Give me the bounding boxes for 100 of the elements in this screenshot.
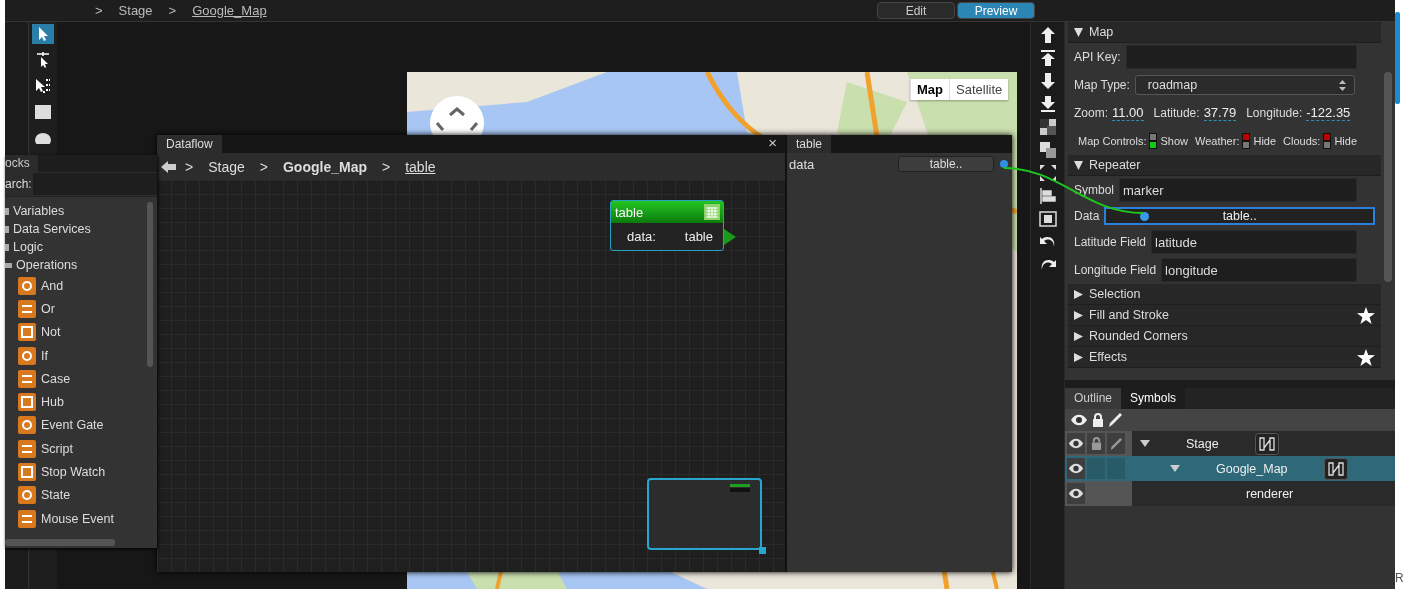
expander-icon[interactable] [5,243,9,251]
toggle-switch[interactable] [1149,133,1158,149]
breadcrumb-item[interactable]: Stage [118,3,153,18]
block-item[interactable]: Case [41,371,71,386]
binding-button[interactable]: table.. [898,156,994,172]
block-item[interactable]: Script [41,441,73,456]
section-header[interactable]: Repeater [1068,155,1381,176]
port-dot-icon[interactable] [1140,211,1150,221]
disclosure-triangle-icon[interactable] [1074,160,1083,170]
scrollbar[interactable] [147,202,153,367]
mode-button[interactable]: Edit [877,2,955,19]
pen-icon[interactable] [1107,433,1125,454]
section-header[interactable]: Effects [1068,347,1381,368]
input-field[interactable]: latitude [1151,230,1357,254]
binding-field[interactable]: table.. [1104,207,1375,225]
lock-icon[interactable] [1087,433,1105,454]
expand-icon[interactable] [1038,164,1057,182]
scrollbar[interactable] [1384,72,1392,282]
outline-row[interactable]: Stage [1065,431,1395,456]
port-dot-icon[interactable] [1000,160,1008,168]
disclosure-triangle-icon[interactable] [1074,331,1083,341]
panel-tab[interactable]: Symbols [1121,388,1186,409]
outline-row[interactable]: Google_Map [1065,456,1395,481]
panel-tab[interactable]: ocks [5,155,38,172]
dataflow-node[interactable]: table data: table [610,200,724,251]
section-header[interactable]: Rounded Corners [1068,326,1381,347]
move-top-icon[interactable] [1038,49,1057,67]
field-label: API Key: [1074,50,1121,64]
layers-icon[interactable] [1038,141,1057,159]
eye-icon[interactable] [1068,438,1084,449]
subselect-icon [36,52,50,68]
tree-item[interactable]: Data Services [13,222,91,236]
block-item[interactable]: State [41,488,71,503]
toggle-switch[interactable] [1323,133,1332,149]
breadcrumb-item[interactable]: Google_Map [282,158,367,175]
star-icon[interactable] [1357,348,1375,366]
scrollbar[interactable] [5,539,115,546]
block-item[interactable]: And [41,278,64,293]
symbol-icon[interactable] [1254,432,1279,455]
map-type-dropdown[interactable]: roadmap [1134,75,1355,95]
expander-icon[interactable] [5,262,12,268]
inspector-tab[interactable]: table [787,135,832,153]
panel-tab[interactable]: Outline [1065,388,1122,409]
block-icon [18,346,36,365]
pan-control[interactable] [429,95,485,135]
disclosure-triangle-icon[interactable] [1074,310,1083,320]
number-field[interactable]: -122.35 [1306,105,1351,121]
block-item[interactable]: Hub [41,395,64,410]
section-header[interactable]: Selection [1068,284,1381,305]
tree-item[interactable]: Logic [13,240,43,254]
input-field[interactable]: longitude [1161,258,1357,282]
scrollbar[interactable] [1395,12,1400,104]
layers-icon[interactable] [1038,118,1057,136]
outline-row[interactable]: renderer [1065,481,1395,506]
block-item[interactable]: Event Gate [41,418,104,433]
pen-icon[interactable] [1108,413,1122,427]
block-item[interactable]: If [41,348,48,363]
disclosure-triangle-icon[interactable] [1140,440,1150,447]
breadcrumb-link[interactable]: Google_Map [192,3,267,18]
tree-item[interactable]: Operations [16,258,78,272]
eye-icon[interactable] [1068,488,1084,499]
expander-icon[interactable] [5,225,9,233]
block-item[interactable]: Not [41,325,61,340]
eye-icon[interactable] [1068,463,1084,474]
mode-button[interactable]: Preview [957,2,1035,19]
tool-button[interactable] [32,102,54,122]
back-arrow-icon[interactable] [161,160,177,173]
symbol-icon[interactable] [1323,457,1348,480]
block-item[interactable]: Mouse Event [41,511,114,526]
window-tab[interactable]: Dataflow [157,135,222,153]
section-header[interactable]: Fill and Stroke [1068,305,1381,326]
number-field[interactable]: 11.00 [1112,105,1144,121]
section-header[interactable]: Map [1068,22,1381,43]
breadcrumb-separator: > [185,158,194,175]
expander-icon[interactable] [5,207,9,215]
block-item[interactable]: Stop Watch [41,465,106,479]
resize-handle[interactable] [759,547,766,554]
search-field[interactable] [32,173,157,195]
lock-icon[interactable] [1092,413,1104,427]
eye-icon[interactable] [1070,414,1088,426]
block-icon [18,439,36,458]
inspector-label: data [789,156,815,172]
toggle-switch[interactable] [1242,133,1251,149]
input-field[interactable]: marker [1119,178,1357,202]
disclosure-triangle-icon[interactable] [1074,352,1083,362]
align-left-icon[interactable] [1038,187,1057,205]
disclosure-triangle-icon[interactable] [1074,27,1083,37]
rectangle-icon [34,104,52,120]
breadcrumb-link[interactable]: table [405,158,436,175]
disclosure-triangle-icon[interactable] [1074,289,1083,299]
number-field[interactable]: 37.79 [1203,105,1237,121]
map-type-button[interactable]: Satellite [949,79,1009,100]
move-bottom-icon[interactable] [1038,95,1057,113]
map-type-button[interactable]: Map [910,79,949,100]
star-icon[interactable] [1357,306,1375,324]
tree-item[interactable]: Variables [13,204,65,218]
breadcrumb-item[interactable]: Stage [208,158,245,175]
close-button[interactable]: × [768,135,777,153]
frame-icon[interactable] [1038,210,1057,228]
block-item[interactable]: Or [41,301,55,316]
